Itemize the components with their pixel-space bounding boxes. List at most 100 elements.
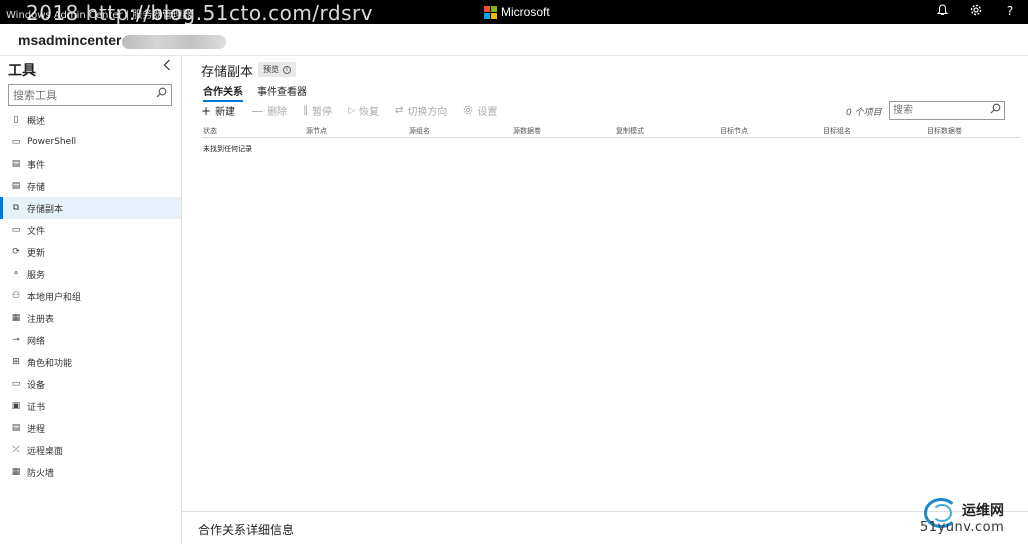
column-header[interactable]: 源组名 [409, 126, 430, 136]
certificate-icon: ▣ [11, 401, 21, 411]
sidebar-item[interactable]: ▦ 防火墙 [0, 461, 181, 483]
services-icon: ⚬ [12, 269, 20, 279]
gear-icon[interactable] [968, 4, 984, 19]
main-content: 存储副本 预览 i 合作关系 事件查看器 + 新建 — 删除 ‖ 暂停 ▷ 恢复… [182, 56, 1028, 544]
sidebar-item[interactable]: ⚬ 服务 [0, 263, 181, 285]
column-header[interactable]: 目标数据卷 [927, 126, 962, 136]
sidebar-item[interactable]: ▤ 进程 [0, 417, 181, 439]
registry-icon: ▦ [11, 313, 21, 323]
sidebar-item-label: 网络 [27, 336, 46, 347]
switch-direction-button[interactable]: ⇄ 切换方向 [395, 103, 447, 118]
firewall-icon: ▦ [11, 467, 21, 477]
sidebar-item[interactable]: ⟳ 更新 [0, 241, 181, 263]
details-panel: 合作关系详细信息 [182, 511, 1028, 544]
switch-direction-label: 切换方向 [407, 107, 448, 118]
new-button[interactable]: + 新建 [201, 103, 236, 119]
search-icon[interactable] [156, 87, 167, 101]
sidebar-item-label: 存储副本 [27, 204, 64, 215]
gear-icon [463, 104, 473, 118]
microsoft-logo-icon [484, 5, 497, 19]
pause-button[interactable]: ‖ 暂停 [303, 103, 332, 118]
search-icon[interactable] [990, 103, 1001, 117]
bell-icon[interactable] [934, 4, 950, 19]
list-search-input[interactable] [890, 102, 986, 119]
brand: Microsoft [484, 5, 550, 19]
toolbar: + 新建 — 删除 ‖ 暂停 ▷ 恢复 ⇄ 切换方向 设置 [201, 103, 497, 119]
delete-button[interactable]: — 删除 [251, 103, 287, 119]
tab-event-viewer[interactable]: 事件查看器 [257, 83, 307, 102]
column-header[interactable]: 源数据卷 [513, 126, 541, 136]
column-header[interactable]: 状态 [203, 126, 217, 136]
resume-button[interactable]: ▷ 恢复 [348, 103, 379, 119]
new-label: 新建 [215, 107, 236, 118]
users-icon: ⚇ [11, 291, 21, 301]
sidebar-item[interactable]: ▦ 注册表 [0, 307, 181, 329]
help-icon[interactable]: ? [1002, 4, 1018, 19]
brand-name: Microsoft [501, 5, 550, 19]
sidebar-item-label: 防火墙 [27, 468, 55, 479]
sidebar-item-label: 角色和功能 [27, 358, 73, 369]
settings-button[interactable]: 设置 [463, 103, 497, 118]
chevron-left-icon [163, 59, 170, 71]
item-count: 0 个项目 [846, 108, 882, 118]
sidebar-item[interactable]: ▭ 设备 [0, 373, 181, 395]
tool-search-input[interactable] [9, 85, 149, 105]
info-icon[interactable]: i [283, 65, 291, 74]
sidebar-item-label: 进程 [27, 424, 46, 435]
sidebar-item-label: 证书 [27, 402, 46, 413]
sidebar-item-label: 远程桌面 [27, 446, 64, 457]
redacted-domain [122, 35, 226, 49]
resume-label: 恢复 [358, 107, 379, 118]
tab-partnerships[interactable]: 合作关系 [203, 83, 243, 102]
sidebar-item[interactable]: ▭ 文件 [0, 219, 181, 241]
sidebar-item[interactable]: ▯ 概述 [0, 109, 181, 131]
switch-arrows-icon: ⇄ [394, 105, 404, 116]
preview-badge: 预览 i [258, 62, 296, 77]
event-icon: ▤ [11, 159, 21, 169]
sidebar-item[interactable]: ▤ 事件 [0, 153, 181, 175]
sidebar-item-label: PowerShell [27, 137, 77, 147]
column-header[interactable]: 目标组名 [823, 126, 851, 136]
sidebar-item[interactable]: ⧉ 存储副本 [0, 197, 181, 219]
grid-header: 状态 源节点 源组名 源数据卷 复制模式 目标节点 目标组名 目标数据卷 [202, 124, 1020, 138]
column-header[interactable]: 复制模式 [616, 126, 644, 136]
sidebar-item[interactable]: ▭ PowerShell [0, 131, 181, 153]
column-header[interactable]: 目标节点 [720, 126, 748, 136]
process-icon: ▤ [11, 423, 21, 433]
details-title[interactable]: 合作关系详细信息 [198, 521, 294, 538]
top-bar: Windows Admin Center | 服务器管理器 2018 http:… [0, 0, 1028, 25]
top-bar-icons: ? [934, 4, 1018, 19]
sidebar-item-label: 服务 [27, 270, 46, 281]
sidebar-item[interactable]: ▤ 存储 [0, 175, 181, 197]
pause-label: 暂停 [312, 107, 333, 118]
storage-replica-icon: ⧉ [12, 203, 20, 213]
collapse-sidebar-button[interactable] [163, 59, 171, 75]
sidebar-item[interactable]: ⊞ 角色和功能 [0, 351, 181, 373]
logo-site: 51yunv.com [920, 520, 1005, 535]
sidebar-item-label: 事件 [27, 160, 46, 171]
sidebar-item[interactable]: ▣ 证书 [0, 395, 181, 417]
tool-list: ▯ 概述 ▭ PowerShell ▤ 事件 ▤ 存储 ⧉ 存储副本 ▭ 文件 ⟳ 更新 ⚬ 服务 ⚇ 本地用户和… [0, 109, 181, 483]
sidebar-item-label: 本地用户和组 [27, 292, 82, 303]
minus-icon: — [251, 103, 264, 118]
sidebar-item-label: 文件 [27, 226, 46, 237]
sidebar-item-label: 存储 [27, 182, 46, 193]
pause-icon: ‖ [303, 105, 309, 116]
sidebar-item-label: 设备 [27, 380, 46, 391]
update-icon: ⟳ [12, 247, 20, 257]
list-search-box [889, 101, 1005, 120]
empty-message: 未找到任何记录 [203, 145, 252, 153]
logo-text: 运维网 [962, 503, 1004, 519]
device-icon: ▯ [13, 115, 19, 125]
sidebar-title: 工具 [8, 63, 36, 79]
column-header[interactable]: 源节点 [306, 126, 327, 136]
tool-search-box [8, 84, 172, 106]
plus-icon: + [201, 103, 212, 118]
powershell-icon: ▭ [11, 137, 21, 147]
sidebar-item[interactable]: ⤫ 远程桌面 [0, 439, 181, 461]
sidebar-item[interactable]: ⊸ 网络 [0, 329, 181, 351]
tools-sidebar: 工具 ▯ 概述 ▭ PowerShell ▤ 事件 ▤ 存储 ⧉ 存储副本 ▭ 文件 ⟳ 更新 ⚬ 服务 ⚇ 本地… [0, 56, 182, 544]
devices-icon: ▭ [11, 379, 21, 389]
site-logo-watermark: 运维网 51yunv.com [920, 496, 1024, 540]
sidebar-item[interactable]: ⚇ 本地用户和组 [0, 285, 181, 307]
